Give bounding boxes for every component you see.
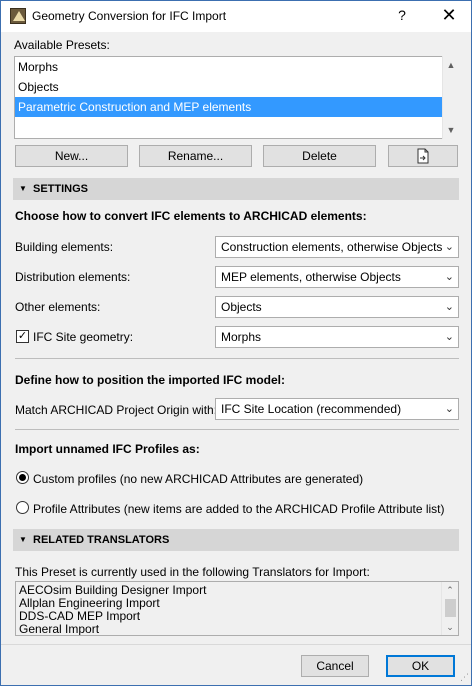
profiles-heading: Import unnamed IFC Profiles as: bbox=[15, 442, 200, 456]
match-origin-label: Match ARCHICAD Project Origin with: bbox=[15, 403, 218, 417]
related-translators-scrollbar[interactable]: ⌃ ⌄ bbox=[441, 582, 458, 635]
distribution-elements-value: MEP elements, otherwise Objects bbox=[221, 270, 401, 284]
related-translators-section-header[interactable]: ▼ RELATED TRANSLATORS bbox=[13, 529, 459, 551]
preset-item-objects[interactable]: Objects bbox=[15, 77, 442, 97]
title-bar: Geometry Conversion for IFC Import ? ✕ bbox=[1, 1, 471, 32]
window-title: Geometry Conversion for IFC Import bbox=[32, 9, 227, 23]
export-preset-button[interactable] bbox=[388, 145, 458, 167]
building-elements-select[interactable]: Construction elements, otherwise Objects… bbox=[215, 236, 459, 258]
delete-preset-button[interactable]: Delete bbox=[263, 145, 376, 167]
custom-profiles-radio[interactable] bbox=[16, 471, 29, 484]
ifc-site-geometry-value: Morphs bbox=[221, 330, 262, 344]
other-elements-select[interactable]: Objects ⌄ bbox=[215, 296, 459, 318]
presets-scrollbar[interactable]: ▲ ▼ bbox=[442, 56, 459, 139]
convert-heading: Choose how to convert IFC elements to AR… bbox=[15, 209, 367, 223]
position-heading: Define how to position the imported IFC … bbox=[15, 373, 285, 387]
scroll-down-icon[interactable]: ▼ bbox=[443, 122, 459, 138]
match-origin-value: IFC Site Location (recommended) bbox=[221, 402, 402, 416]
dialog-window: Geometry Conversion for IFC Import ? ✕ A… bbox=[0, 0, 472, 686]
profile-attributes-label[interactable]: Profile Attributes (new items are added … bbox=[33, 502, 445, 516]
related-translators-header-label: RELATED TRANSLATORS bbox=[33, 534, 170, 546]
chevron-down-icon: ⌄ bbox=[444, 271, 454, 283]
scroll-down-icon[interactable]: ⌄ bbox=[442, 619, 458, 635]
help-button[interactable]: ? bbox=[392, 7, 412, 27]
related-translators-list: AECOsim Building Designer Import Allplan… bbox=[15, 581, 459, 636]
preset-item-parametric[interactable]: Parametric Construction and MEP elements bbox=[15, 97, 442, 117]
match-origin-select[interactable]: IFC Site Location (recommended) ⌄ bbox=[215, 398, 459, 420]
divider bbox=[15, 429, 459, 430]
presets-listbox[interactable]: Morphs Objects Parametric Construction a… bbox=[14, 56, 443, 139]
scroll-up-icon[interactable]: ▲ bbox=[443, 57, 459, 73]
chevron-down-icon: ⌄ bbox=[444, 403, 454, 415]
ok-button[interactable]: OK bbox=[386, 655, 455, 677]
cancel-button[interactable]: Cancel bbox=[301, 655, 369, 677]
distribution-elements-select[interactable]: MEP elements, otherwise Objects ⌄ bbox=[215, 266, 459, 288]
related-translators-description: This Preset is currently used in the fol… bbox=[15, 565, 370, 579]
rename-preset-button[interactable]: Rename... bbox=[139, 145, 252, 167]
new-preset-button[interactable]: New... bbox=[15, 145, 128, 167]
distribution-elements-label: Distribution elements: bbox=[15, 270, 131, 284]
archicad-app-icon bbox=[10, 8, 26, 24]
other-elements-label: Other elements: bbox=[15, 300, 101, 314]
collapse-triangle-icon: ▼ bbox=[19, 535, 27, 544]
collapse-triangle-icon: ▼ bbox=[19, 184, 27, 193]
scroll-up-icon[interactable]: ⌃ bbox=[442, 582, 458, 598]
preset-item-morphs[interactable]: Morphs bbox=[15, 57, 442, 77]
chevron-down-icon: ⌄ bbox=[444, 331, 454, 343]
resize-grip-icon[interactable]: ⋰ bbox=[460, 672, 469, 683]
available-presets-label: Available Presets: bbox=[14, 38, 110, 52]
scroll-thumb[interactable] bbox=[445, 599, 456, 617]
building-elements-label: Building elements: bbox=[15, 240, 114, 254]
profile-attributes-radio[interactable] bbox=[16, 501, 29, 514]
other-elements-value: Objects bbox=[221, 300, 262, 314]
ifc-site-geometry-label: IFC Site geometry: bbox=[33, 330, 134, 344]
settings-section-header[interactable]: ▼ SETTINGS bbox=[13, 178, 459, 200]
export-document-icon bbox=[417, 148, 429, 164]
ifc-site-geometry-select[interactable]: Morphs ⌄ bbox=[215, 326, 459, 348]
footer-divider bbox=[1, 644, 471, 645]
building-elements-value: Construction elements, otherwise Objects bbox=[221, 240, 443, 254]
settings-header-label: SETTINGS bbox=[33, 183, 89, 195]
chevron-down-icon: ⌄ bbox=[444, 241, 454, 253]
close-icon[interactable]: ✕ bbox=[437, 5, 461, 27]
chevron-down-icon: ⌄ bbox=[444, 301, 454, 313]
list-item: General Import bbox=[19, 622, 100, 636]
ifc-site-geometry-checkbox[interactable]: ✓ bbox=[16, 330, 29, 343]
divider bbox=[15, 358, 459, 359]
custom-profiles-label[interactable]: Custom profiles (no new ARCHICAD Attribu… bbox=[33, 472, 363, 486]
